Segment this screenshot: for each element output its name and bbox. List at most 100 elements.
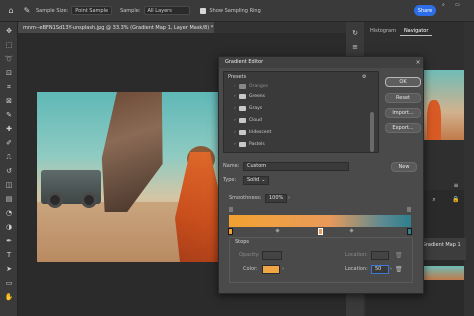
stops-heading: Stops (235, 239, 249, 245)
midpoint-diamond[interactable] (275, 228, 280, 233)
move-tool-icon[interactable]: ✥ (4, 26, 14, 36)
chevron-down-icon: ⌄ (261, 177, 266, 183)
color-location-field[interactable]: 50 (371, 265, 389, 274)
preset-item[interactable]: › Iridescent (234, 130, 271, 135)
eyedropper-tool-icon[interactable]: ✎ (4, 110, 14, 120)
path-select-tool-icon[interactable]: ➤ (4, 264, 14, 274)
color-stop-right[interactable] (407, 228, 412, 235)
image-wheel (47, 192, 63, 208)
layer-row-gradient-map[interactable]: Gradient Map 1 (420, 238, 466, 260)
name-field[interactable]: Custom (243, 162, 349, 171)
sample-label: Sample: (120, 7, 141, 14)
healing-brush-icon[interactable]: ✚ (4, 124, 14, 134)
sample-select[interactable]: All Layers (143, 6, 190, 15)
tab-navigator[interactable]: Navigator (399, 26, 433, 36)
color-swatch[interactable] (262, 265, 280, 274)
delete-icon: 🗑 (395, 252, 403, 259)
midpoint-diamond[interactable] (349, 228, 354, 233)
type-tool-icon[interactable]: T (4, 250, 14, 260)
folder-icon (239, 130, 246, 135)
dodge-tool-icon[interactable]: ◑ (4, 222, 14, 232)
pen-tool-icon[interactable]: ✒ (4, 236, 14, 246)
preset-item[interactable]: › Grays (234, 106, 262, 111)
chevron-right-icon[interactable]: › (282, 266, 284, 272)
color-stop-left[interactable] (228, 228, 233, 235)
color-stop-selected[interactable] (318, 228, 323, 235)
navigator-thumbnail[interactable] (423, 70, 464, 140)
opacity-field (262, 251, 282, 260)
object-select-tool-icon[interactable]: ⊡ (4, 68, 14, 78)
share-button[interactable]: Share (414, 5, 436, 16)
properties-panel-icon[interactable]: ≡ (350, 42, 360, 52)
lock-icon[interactable]: 🔒 (452, 196, 460, 204)
delete-icon[interactable]: 🗑 (395, 266, 403, 273)
presets-scrollbar[interactable] (370, 112, 374, 152)
options-bar: ⌂ ✎ Sample Size: Point Sample Sample: Al… (0, 0, 474, 22)
brush-tool-icon[interactable]: ✐ (4, 138, 14, 148)
sample-size-label: Sample Size: (36, 7, 69, 14)
image-wheel (81, 192, 97, 208)
history-brush-icon[interactable]: ↺ (4, 166, 14, 176)
crop-tool-icon[interactable]: ⌗ (4, 82, 14, 92)
lasso-tool-icon[interactable]: ➰ (4, 54, 14, 64)
preset-item[interactable]: › Cloud (234, 118, 262, 123)
document-tab-title: mnm--eBFN1Sd13Y-unsplash.jpg @ 33.3% (Gr… (23, 24, 214, 31)
ok-button[interactable]: OK (385, 77, 421, 87)
smoothness-field[interactable]: 100% (265, 194, 287, 203)
color-label: Color: (243, 266, 258, 272)
frame-tool-icon[interactable]: ⊠ (4, 96, 14, 106)
layer-thumbnail[interactable] (424, 266, 464, 280)
presets-heading[interactable]: Presets (228, 74, 246, 80)
layer-filter-icon[interactable]: ⌕ (430, 196, 438, 204)
gradient-tool-icon[interactable]: ▤ (4, 194, 14, 204)
canvas-image[interactable] (37, 92, 227, 262)
close-icon[interactable]: × (414, 58, 422, 67)
folder-icon (239, 118, 246, 123)
gradient-preview-bar[interactable] (229, 215, 411, 227)
reset-button[interactable]: Reset (385, 93, 421, 103)
preset-item[interactable]: › Oranges (234, 84, 268, 89)
stops-group (229, 237, 413, 283)
folder-icon (239, 94, 246, 99)
new-button[interactable]: New (391, 162, 417, 172)
layer-row-mask[interactable] (420, 222, 466, 234)
gear-icon[interactable]: ⚙ (362, 74, 366, 80)
opacity-stop-left[interactable] (229, 207, 233, 212)
panel-menu-icon[interactable]: ≡ (452, 182, 460, 190)
blur-tool-icon[interactable]: ◔ (4, 208, 14, 218)
type-value: Solid (247, 177, 260, 183)
thumbnail-figure (427, 100, 441, 140)
hand-tool-icon[interactable]: ✋ (4, 292, 14, 302)
opacity-location-field (371, 251, 389, 260)
search-icon[interactable]: ⌕ (442, 0, 451, 9)
show-ring-checkbox[interactable] (199, 7, 206, 14)
name-label: Name: (223, 163, 240, 169)
type-select[interactable]: Solid ⌄ (243, 176, 269, 185)
document-tab[interactable]: mnm--eBFN1Sd13Y-unsplash.jpg @ 33.3% (Gr… (18, 22, 214, 33)
chevron-right-icon[interactable]: › (390, 266, 392, 272)
shape-tool-icon[interactable]: ▭ (4, 278, 14, 288)
home-icon[interactable]: ⌂ (6, 6, 16, 16)
export-button[interactable]: Export... (385, 123, 421, 133)
opacity-location-label: Location: (345, 252, 368, 258)
opacity-stop-right[interactable] (407, 207, 411, 212)
dialog-title: Gradient Editor (219, 57, 423, 68)
eyedropper-icon[interactable]: ✎ (22, 6, 32, 16)
chevron-right-icon[interactable]: › (288, 195, 290, 201)
marquee-tool-icon[interactable]: ⬚ (4, 40, 14, 50)
stamp-tool-icon[interactable]: ⎍ (4, 152, 14, 162)
workspace-icon[interactable]: ▭ (455, 0, 464, 9)
gradient-editor-dialog: Gradient Editor × Presets ⚙ › Oranges › Gr… (218, 56, 424, 294)
color-location-label: Location: (345, 266, 368, 272)
folder-icon (239, 84, 246, 89)
sample-size-select[interactable]: Point Sample (71, 6, 113, 15)
tools-panel: ✥ ⬚ ➰ ⊡ ⌗ ⊠ ✎ ✚ ✐ ⎍ ↺ ◫ ▤ ◔ ◑ ✒ T ➤ ▭ ✋ (0, 22, 18, 316)
preset-item[interactable]: › Pastels (234, 142, 265, 147)
layer-name: Gradient Map 1 (422, 242, 461, 248)
tab-histogram[interactable]: Histogram (366, 26, 400, 36)
eraser-tool-icon[interactable]: ◫ (4, 180, 14, 190)
right-panel-tabs: Histogram Navigator (366, 26, 464, 36)
history-panel-icon[interactable]: ↻ (350, 28, 360, 38)
import-button[interactable]: Import... (385, 108, 421, 118)
preset-item[interactable]: › Greens (234, 94, 265, 99)
